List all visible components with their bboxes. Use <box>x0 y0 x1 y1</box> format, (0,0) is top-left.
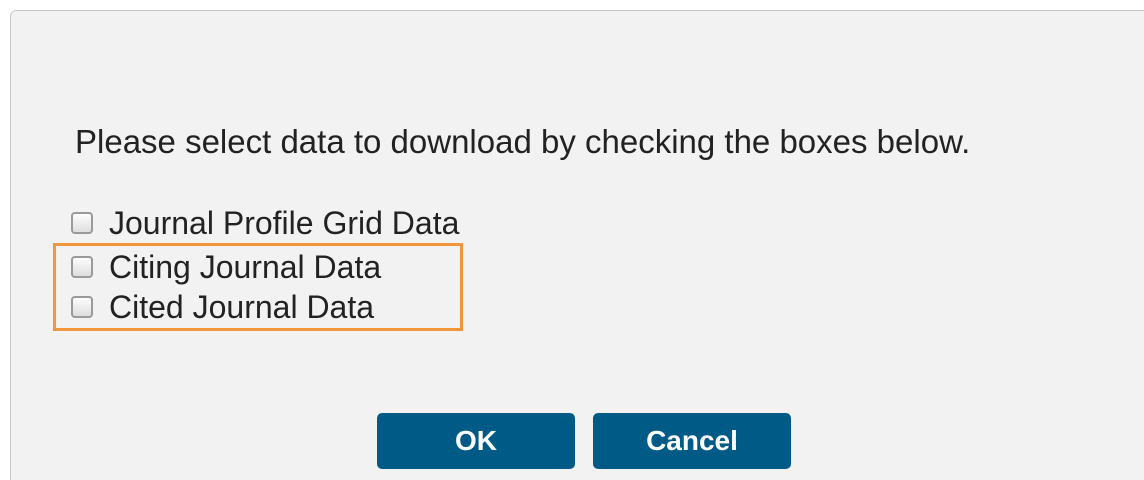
option-citing-journal-data[interactable]: Citing Journal Data <box>71 247 381 287</box>
checkbox-citing-journal-data[interactable] <box>71 256 93 278</box>
cancel-button[interactable]: Cancel <box>593 413 791 469</box>
option-label: Journal Profile Grid Data <box>109 204 460 241</box>
option-label: Cited Journal Data <box>109 288 375 325</box>
download-dialog: Please select data to download by checki… <box>10 10 1144 480</box>
option-journal-profile-grid-data[interactable]: Journal Profile Grid Data <box>71 203 459 243</box>
dialog-prompt: Please select data to download by checki… <box>75 123 971 160</box>
option-cited-journal-data[interactable]: Cited Journal Data <box>71 287 374 327</box>
ok-button[interactable]: OK <box>377 413 575 469</box>
option-label: Citing Journal Data <box>109 248 382 285</box>
checkbox-journal-profile-grid-data[interactable] <box>71 212 93 234</box>
checkbox-cited-journal-data[interactable] <box>71 296 93 318</box>
